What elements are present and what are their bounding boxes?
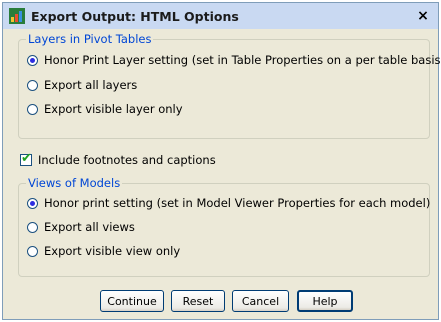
radio-label: Honor Print Layer setting (set in Table … [44, 53, 441, 67]
checkbox-icon: ✔ [20, 151, 32, 166]
help-button[interactable]: Help [297, 290, 353, 312]
close-icon[interactable]: × [414, 7, 432, 25]
title-bar[interactable]: Export Output: HTML Options × [3, 3, 438, 29]
radio-icon [27, 103, 38, 115]
models-group: Views of Models Honor print setting (set… [18, 176, 430, 277]
radio-export-all-views[interactable]: Export all views [27, 220, 135, 234]
radio-label: Honor print setting (set in Model Viewer… [44, 196, 431, 210]
radio-export-visible-view[interactable]: Export visible view only [27, 244, 180, 258]
radio-icon [27, 79, 38, 91]
reset-button[interactable]: Reset [171, 290, 225, 312]
continue-button[interactable]: Continue [100, 290, 164, 312]
export-html-options-dialog: Export Output: HTML Options × Layers in … [2, 2, 441, 320]
radio-label: Export visible layer only [44, 102, 183, 116]
radio-honor-print-setting[interactable]: Honor print setting (set in Model Viewer… [27, 196, 430, 210]
radio-icon [27, 197, 38, 209]
app-icon [9, 8, 25, 24]
dialog-title: Export Output: HTML Options [31, 8, 239, 24]
cancel-button[interactable]: Cancel [232, 290, 289, 312]
radio-icon [27, 221, 38, 233]
checkbox-label: Include footnotes and captions [38, 153, 216, 167]
radio-honor-print-layer[interactable]: Honor Print Layer setting (set in Table … [27, 53, 441, 67]
radio-export-all-layers[interactable]: Export all layers [27, 78, 137, 92]
layers-group: Layers in Pivot Tables Honor Print Layer… [18, 32, 441, 139]
layers-group-legend: Layers in Pivot Tables [26, 32, 154, 46]
radio-icon [27, 54, 38, 66]
models-group-legend: Views of Models [26, 176, 123, 190]
radio-label: Export visible view only [44, 244, 181, 258]
radio-export-visible-layer[interactable]: Export visible layer only [27, 102, 183, 116]
radio-label: Export all layers [44, 78, 138, 92]
radio-label: Export all views [44, 220, 135, 234]
radio-icon [27, 245, 38, 257]
include-footnotes-checkbox[interactable]: ✔ Include footnotes and captions [20, 151, 216, 167]
